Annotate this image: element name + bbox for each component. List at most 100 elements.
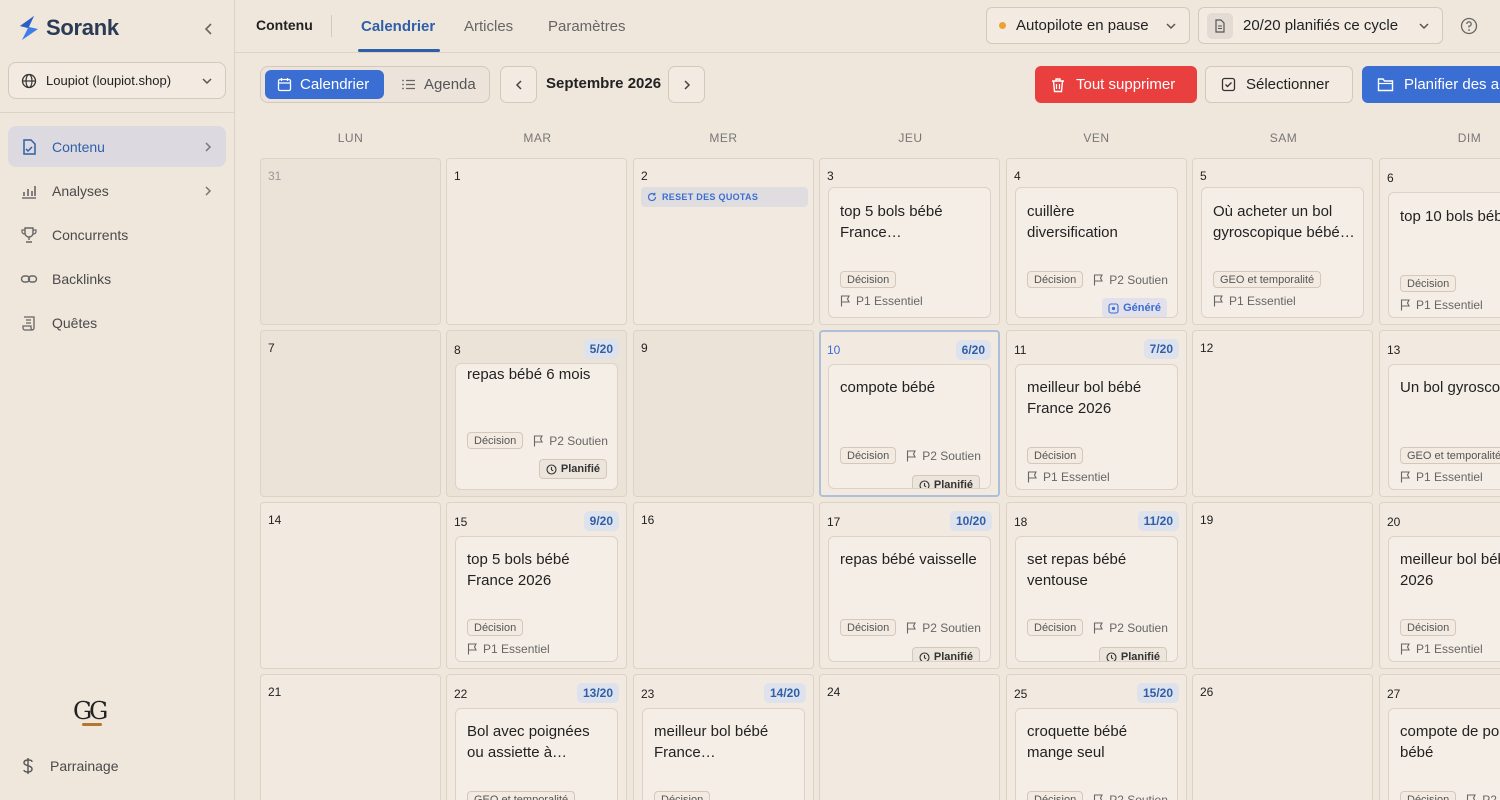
calendar-day[interactable]: 24 — [819, 674, 1000, 800]
flag-icon — [1094, 621, 1104, 633]
priority-badge: P2 Soutien — [533, 434, 608, 448]
article-card[interactable]: set repas bébé ventouse Décision P2 Sout… — [1015, 536, 1178, 662]
day-number: 8 — [454, 343, 461, 357]
article-badges: Décision P2 Soutien — [1027, 271, 1168, 288]
previous-month-button[interactable] — [500, 66, 537, 103]
day-number: 21 — [268, 685, 282, 699]
calendar-day[interactable]: 8 5/20 repas bébé 6 mois Décision P2 Sou… — [446, 330, 627, 497]
article-card[interactable]: Un bol gyroscopique vaut-il son prix GEO… — [1388, 364, 1500, 490]
article-card[interactable]: croquette bébé mange seul Décision P2 So… — [1015, 708, 1178, 800]
sidebar-item-concurrents[interactable]: Concurrents — [8, 214, 226, 255]
calendar-day[interactable]: 17 10/20 repas bébé vaisselle Décision P… — [819, 502, 1000, 669]
tab-articles[interactable]: Articles — [464, 18, 513, 35]
flag-icon — [907, 449, 917, 461]
article-title: meilleur bol bébé 2026 — [1400, 551, 1500, 589]
calendar-day-today[interactable]: 10 6/20 compote bébé Décision P2 Soutien… — [819, 330, 1000, 497]
priority-label: P1 Essentiel — [1416, 298, 1483, 312]
view-calendar-button[interactable]: Calendrier — [265, 70, 384, 99]
calendar-day[interactable]: 18 11/20 set repas bébé ventouse Décisio… — [1006, 502, 1187, 669]
article-badges: Décision — [467, 619, 524, 636]
tab-calendrier[interactable]: Calendrier — [361, 18, 435, 35]
calendar-day[interactable]: 9 — [633, 330, 814, 497]
status-label: Planifié — [560, 463, 600, 475]
article-badges: Décision P2 Soutien — [1027, 791, 1168, 800]
calendar-day[interactable]: 6 top 10 bols bébé 2026 Décision P1 Esse… — [1379, 158, 1500, 325]
calendar-day[interactable]: 20 meilleur bol bébé 2026 Décision P1 Es… — [1379, 502, 1500, 669]
calendar-icon — [277, 78, 292, 92]
priority-badge: P1 Essentiel — [1400, 470, 1483, 484]
view-agenda-button[interactable]: Agenda — [389, 70, 488, 99]
calendar-day[interactable]: 22 13/20 Bol avec poignées ou assiette à… — [446, 674, 627, 800]
calendar-day[interactable]: 15 9/20 top 5 bols bébé France 2026 Déci… — [446, 502, 627, 669]
autopilot-status-dropdown[interactable]: Autopilote en pause — [986, 7, 1190, 44]
select-button[interactable]: Sélectionner — [1205, 66, 1353, 103]
quota-reset-event[interactable]: RESET DES QUOTAS — [641, 187, 808, 207]
article-card[interactable]: top 10 bols bébé 2026 Décision P1 Essent… — [1388, 192, 1500, 318]
sidebar-item-backlinks[interactable]: Backlinks — [8, 258, 226, 299]
quota-dropdown[interactable]: 20/20 planifiés ce cycle — [1198, 7, 1443, 44]
article-card[interactable]: meilleur bol bébé France… Décision — [642, 708, 805, 800]
priority-label: P2 Soutien — [549, 433, 608, 448]
calendar-day[interactable]: 11 7/20 meilleur bol bébé France 2026 Dé… — [1006, 330, 1187, 497]
article-card[interactable]: Où acheter un bol gyroscopique bébé… GEO… — [1201, 187, 1364, 318]
article-card[interactable]: compote de pomme bébé Décision P2 Soutie… — [1388, 708, 1500, 800]
weekday-label: SAM — [1269, 131, 1298, 145]
article-card[interactable]: top 5 bols bébé France… Décision P1 Esse… — [828, 187, 991, 318]
article-title: top 5 bols bébé France… — [840, 203, 943, 241]
calendar-day[interactable]: 26 — [1192, 674, 1373, 800]
schedule-articles-button[interactable]: Planifier des a — [1362, 66, 1500, 103]
calendar-day[interactable]: 23 14/20 meilleur bol bébé France… Décis… — [633, 674, 814, 800]
weekday-label: JEU — [898, 131, 923, 145]
priority-badge: P1 Essentiel — [1400, 642, 1483, 656]
article-card[interactable]: repas bébé 6 mois Décision P2 Soutien Pl… — [455, 363, 618, 490]
calendar-day[interactable]: 27 compote de pomme bébé Décision P2 Sou… — [1379, 674, 1500, 800]
calendar-day[interactable]: 16 — [633, 502, 814, 669]
day-number: 31 — [268, 169, 282, 183]
article-card[interactable]: meilleur bol bébé 2026 Décision P1 Essen… — [1388, 536, 1500, 662]
quota-count-badge: 15/20 — [1136, 683, 1179, 703]
calendar-day[interactable]: 2 RESET DES QUOTAS — [633, 158, 814, 325]
calendar-day[interactable]: 1 — [446, 158, 627, 325]
calendar-day[interactable]: 19 — [1192, 502, 1373, 669]
calendar-day[interactable]: 7 — [260, 330, 441, 497]
chevron-right-icon — [683, 79, 690, 90]
select-label: Sélectionner — [1246, 76, 1330, 93]
priority-label: P1 Essentiel — [1229, 294, 1296, 308]
article-card[interactable]: meilleur bol bébé France 2026 Décision P… — [1015, 364, 1178, 490]
article-card[interactable]: cuillère diversification Décision P2 Sou… — [1015, 187, 1178, 318]
help-icon[interactable] — [1460, 17, 1478, 35]
article-card[interactable]: Bol avec poignées ou assiette à… GEO et … — [455, 708, 618, 800]
calendar-day[interactable]: 25 15/20 croquette bébé mange seul Décis… — [1006, 674, 1187, 800]
collapse-sidebar-icon[interactable] — [200, 20, 218, 38]
delete-all-button[interactable]: Tout supprimer — [1035, 66, 1197, 103]
article-card[interactable]: compote bébé Décision P2 Soutien Planifi… — [828, 364, 991, 489]
calendar-day[interactable]: 31 — [260, 158, 441, 325]
priority-badge: P2 Soutien — [1093, 273, 1168, 287]
calendar-day[interactable]: 21 — [260, 674, 441, 800]
flag-icon — [1467, 793, 1477, 800]
clock-icon — [919, 479, 930, 488]
calendar-day[interactable]: 14 — [260, 502, 441, 669]
referral-label: Parrainage — [50, 758, 119, 774]
current-month: Septembre 2026 — [546, 75, 662, 92]
sidebar-item-analyses[interactable]: Analyses — [8, 170, 226, 211]
brand-logo[interactable]: Sorank — [16, 14, 119, 42]
article-card[interactable]: repas bébé vaisselle Décision P2 Soutien… — [828, 536, 991, 662]
referral-link[interactable]: Parrainage — [20, 757, 119, 775]
article-card[interactable]: top 5 bols bébé France 2026 Décision P1 … — [455, 536, 618, 662]
calendar-day[interactable]: 5 Où acheter un bol gyroscopique bébé… G… — [1192, 158, 1373, 325]
priority-label: P1 Essentiel — [483, 642, 550, 656]
day-number: 7 — [268, 341, 275, 355]
sidebar-item-quetes[interactable]: Quêtes — [8, 302, 226, 343]
day-number: 3 — [827, 169, 834, 183]
intent-tag: Décision — [1400, 791, 1457, 800]
article-priority-row: P1 Essentiel — [1400, 470, 1483, 484]
calendar-day[interactable]: 12 — [1192, 330, 1373, 497]
calendar-day[interactable]: 13 Un bol gyroscopique vaut-il son prix … — [1379, 330, 1500, 497]
site-selector[interactable]: Loupiot (loupiot.shop) — [8, 62, 226, 99]
next-month-button[interactable] — [668, 66, 705, 103]
sidebar-item-contenu[interactable]: Contenu — [8, 126, 226, 167]
tab-parametres[interactable]: Paramètres — [548, 18, 626, 35]
calendar-day[interactable]: 3 top 5 bols bébé France… Décision P1 Es… — [819, 158, 1000, 325]
calendar-day[interactable]: 4 cuillère diversification Décision P2 S… — [1006, 158, 1187, 325]
